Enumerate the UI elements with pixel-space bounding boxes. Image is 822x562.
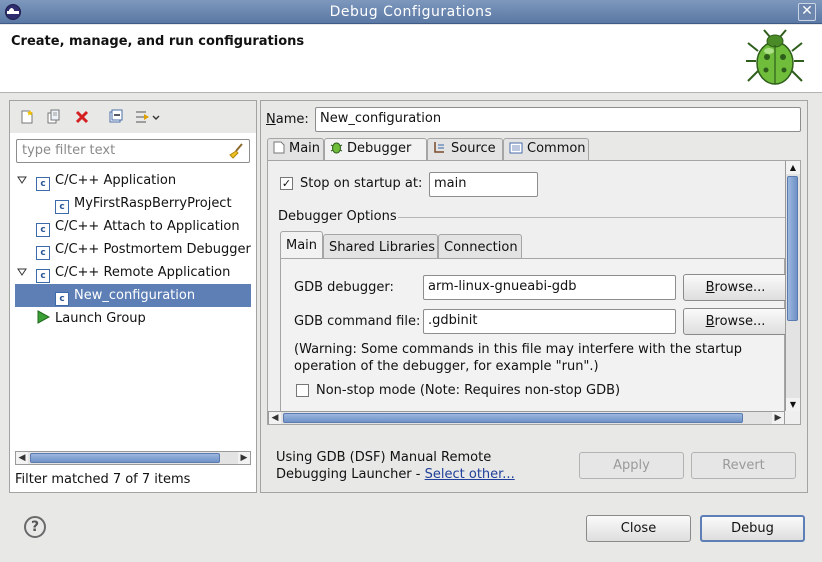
config-tabs: Main Debugger Source Common	[267, 138, 801, 161]
header-title: Create, manage, and run configurations	[11, 34, 305, 49]
nonstop-mode-checkbox[interactable]	[296, 384, 309, 397]
tree-horizontal-scrollbar[interactable]: ◀ ▶	[15, 451, 251, 465]
tree-item-label: Launch Group	[55, 311, 146, 326]
scroll-right-icon[interactable]: ▶	[238, 452, 250, 464]
tree-item-label: MyFirstRaspBerryProject	[74, 196, 232, 211]
expanded-arrow-icon[interactable]	[17, 267, 27, 277]
common-tab-icon	[509, 142, 523, 154]
window-close-button[interactable]: ✕	[798, 3, 816, 21]
c-cpp-icon: c	[36, 269, 50, 283]
scroll-thumb[interactable]	[787, 176, 798, 321]
expanded-arrow-icon[interactable]	[17, 175, 27, 185]
launch-group-icon	[37, 310, 50, 324]
collapse-all-icon[interactable]	[108, 109, 124, 125]
launcher-text-line2: Debugging Launcher - Select other...	[276, 467, 515, 482]
help-icon[interactable]: ?	[24, 516, 46, 538]
source-tab-icon	[434, 142, 444, 153]
clear-filter-icon[interactable]	[228, 143, 244, 159]
main-tab-icon	[273, 141, 285, 154]
scroll-thumb[interactable]	[30, 453, 220, 463]
gdb-debugger-field[interactable]: arm-linux-gnueabi-gdb	[423, 275, 676, 300]
gdb-command-file-field[interactable]: .gdbinit	[423, 309, 676, 334]
configuration-list-panel: type filter text c C/C++ Application c MyF…	[9, 100, 257, 493]
tree-item-new-configuration[interactable]: c New_configuration	[15, 284, 251, 307]
config-toolbar	[10, 101, 256, 133]
close-button[interactable]: Close	[586, 515, 691, 542]
scroll-left-icon[interactable]: ◀	[16, 452, 28, 464]
debugger-options-label: Debugger Options	[278, 209, 397, 224]
c-cpp-icon: c	[55, 200, 69, 214]
tree-item-label: C/C++ Attach to Application	[55, 219, 240, 234]
c-cpp-icon: c	[36, 246, 50, 260]
duplicate-icon[interactable]	[46, 109, 62, 125]
scroll-left-icon[interactable]: ◀	[269, 412, 281, 424]
c-cpp-icon: c	[36, 223, 50, 237]
browse-gdb-debugger-button[interactable]: Browse...	[683, 274, 788, 301]
subtab-connection[interactable]: Connection	[438, 234, 522, 258]
filter-placeholder: type filter text	[22, 143, 116, 158]
debugger-tab-icon	[330, 142, 343, 154]
bug-icon	[746, 29, 804, 85]
revert-button[interactable]: Revert	[691, 452, 796, 479]
subtab-shared-libraries[interactable]: Shared Libraries	[323, 234, 438, 258]
stop-on-startup-field[interactable]: main	[429, 172, 538, 197]
apply-button[interactable]: Apply	[579, 452, 684, 479]
scroll-up-icon[interactable]: ▲	[786, 161, 800, 174]
warning-text-line1: (Warning: Some commands in this file may…	[294, 342, 743, 357]
close-icon: ✕	[801, 3, 813, 19]
tree-item-label: New_configuration	[74, 288, 196, 303]
title-bar: Debug Configurations ✕	[0, 0, 822, 24]
debugger-tab-content: ✓ Stop on startup at: main Debugger Opti…	[267, 160, 801, 425]
tree-item-myfirstraspberryproject[interactable]: c MyFirstRaspBerryProject	[10, 192, 256, 215]
name-field[interactable]: New_configuration	[315, 107, 801, 132]
tab-common[interactable]: Common	[503, 138, 589, 160]
tree-item-attach-to-application[interactable]: c C/C++ Attach to Application	[10, 215, 256, 238]
debugger-main-subtab-content: GDB debugger: arm-linux-gnueabi-gdb Brow…	[280, 258, 788, 424]
name-label: Name:	[266, 112, 309, 127]
filter-input[interactable]: type filter text	[16, 139, 250, 163]
stop-on-startup-label: Stop on startup at:	[300, 176, 423, 191]
nonstop-mode-label: Non-stop mode (Note: Requires non-stop G…	[316, 383, 621, 398]
gdb-debugger-label: GDB debugger:	[294, 280, 394, 295]
browse-gdb-command-file-button[interactable]: Browse...	[683, 308, 788, 335]
scroll-right-icon[interactable]: ▶	[772, 412, 784, 424]
tab-main[interactable]: Main	[267, 138, 324, 160]
launcher-text-line1: Using GDB (DSF) Manual Remote	[276, 450, 492, 465]
tree-item-label: C/C++ Remote Application	[55, 265, 231, 280]
tree-item-remote-application[interactable]: c C/C++ Remote Application	[10, 261, 256, 284]
tree-item-launch-group[interactable]: Launch Group	[10, 307, 256, 330]
stop-on-startup-checkbox[interactable]: ✓	[280, 177, 293, 190]
scroll-down-icon[interactable]: ▼	[786, 398, 800, 411]
gdb-command-file-label: GDB command file:	[294, 314, 421, 329]
dialog-header: Create, manage, and run configurations	[0, 25, 822, 93]
delete-icon[interactable]	[74, 109, 90, 125]
tree-item-label: C/C++ Postmortem Debugger	[55, 242, 251, 257]
debugger-options-subtabs: Main Shared Libraries Connection	[280, 231, 785, 258]
tab-horizontal-scrollbar[interactable]: ◀ ▶	[268, 411, 785, 424]
c-cpp-icon: c	[55, 292, 69, 306]
configuration-editor-panel: Name: New_configuration Main Debugger So…	[260, 100, 808, 493]
warning-text-line2: operation of the debugger, for example "…	[294, 359, 599, 374]
subtab-main[interactable]: Main	[280, 231, 323, 258]
debug-button[interactable]: Debug	[700, 515, 805, 542]
c-cpp-icon: c	[36, 177, 50, 191]
group-divider	[398, 217, 788, 218]
scroll-thumb[interactable]	[283, 413, 743, 423]
tab-debugger[interactable]: Debugger	[324, 138, 427, 161]
tab-source[interactable]: Source	[427, 138, 503, 160]
filter-menu-icon[interactable]	[134, 109, 160, 125]
window-title: Debug Configurations	[329, 4, 493, 20]
tree-item-label: C/C++ Application	[55, 173, 177, 188]
tree-item-c-cpp-application[interactable]: c C/C++ Application	[10, 169, 256, 192]
filter-status: Filter matched 7 of 7 items	[15, 472, 191, 487]
tree-item-postmortem-debugger[interactable]: c C/C++ Postmortem Debugger	[10, 238, 256, 261]
select-other-link[interactable]: Select other...	[425, 467, 515, 482]
new-config-icon[interactable]	[19, 109, 35, 125]
tab-vertical-scrollbar[interactable]: ▲ ▼	[785, 161, 800, 411]
